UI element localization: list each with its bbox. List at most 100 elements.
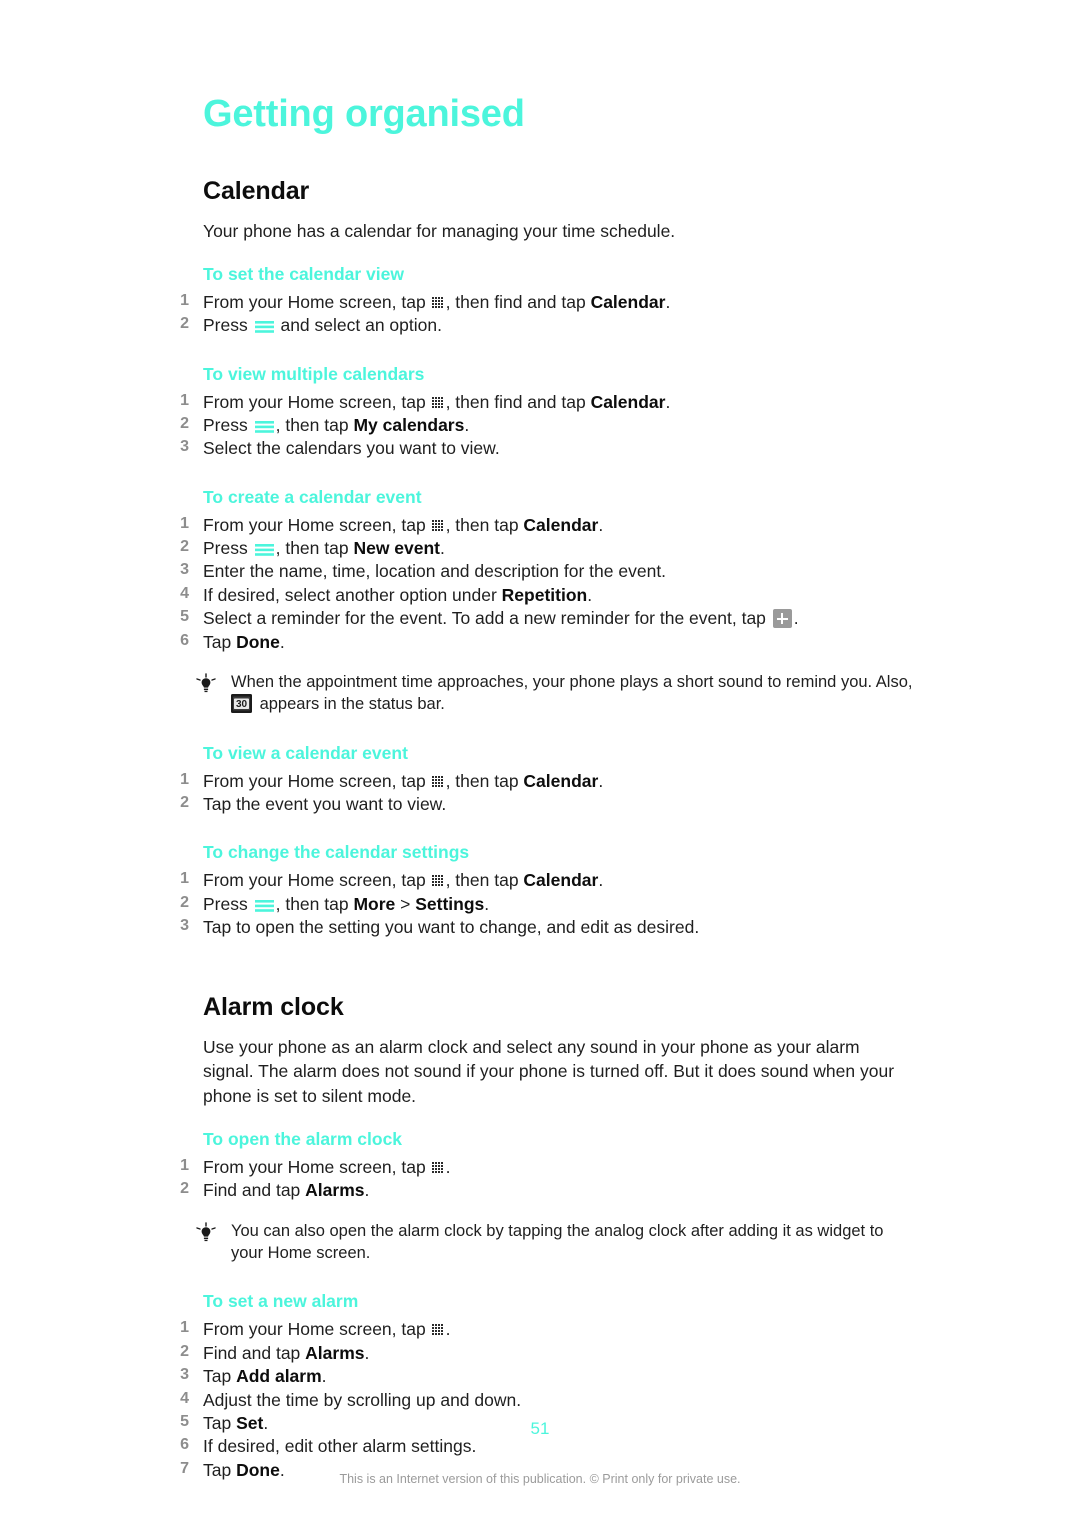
procedure-heading-view-calendar-event: To view a calendar event: [203, 742, 408, 763]
menu-icon[interactable]: [254, 896, 274, 912]
procedure-heading-create-calendar-event: To create a calendar event: [203, 486, 422, 507]
step-emphasis: Calendar: [590, 391, 666, 412]
list-item: Press , then tap More > Settings.: [175, 893, 915, 915]
apps-grid-icon[interactable]: [431, 772, 445, 787]
procedure-steps-set-new-alarm: From your Home screen, tap . Find and ta…: [175, 1318, 915, 1481]
tip-appointment-reminder: When the appointment time approaches, yo…: [196, 671, 915, 716]
section-heading-alarm-clock: Alarm clock: [203, 992, 344, 1021]
list-item: Tap to open the setting you want to chan…: [175, 916, 915, 938]
step-text: Press: [203, 414, 253, 435]
step-text-post: .: [279, 631, 285, 652]
list-item: From your Home screen, tap , then tap Ca…: [175, 514, 915, 536]
step-text: Select the calendars you want to view.: [203, 438, 500, 459]
menu-icon[interactable]: [254, 317, 274, 333]
step-text-mid: .: [445, 1319, 451, 1340]
procedure-steps-open-alarm-clock: From your Home screen, tap . Find and ta…: [175, 1156, 915, 1202]
step-text-post: .: [598, 514, 604, 535]
step-text-post: .: [665, 391, 671, 412]
procedure-heading-set-calendar-view: To set the calendar view: [203, 263, 404, 284]
list-item: Enter the name, time, location and descr…: [175, 560, 915, 582]
step-text: Tap: [203, 631, 237, 652]
step-emphasis: Calendar: [523, 770, 599, 791]
svg-text:30: 30: [236, 699, 248, 710]
step-text: From your Home screen, tap: [203, 291, 431, 312]
step-text-mid: , then tap: [275, 893, 354, 914]
tip-text-pre: When the appointment time approaches, yo…: [231, 673, 913, 692]
step-emphasis: New event: [353, 538, 441, 559]
step-text: Tap: [203, 1366, 237, 1387]
step-text-post: .: [665, 291, 671, 312]
procedure-heading-set-new-alarm: To set a new alarm: [203, 1291, 359, 1312]
step-emphasis-2: Settings: [415, 893, 485, 914]
list-item: If desired, select another option under …: [175, 584, 915, 606]
step-text-mid: , then find and tap: [445, 291, 591, 312]
step-text-post: .: [364, 1342, 370, 1363]
step-emphasis: My calendars: [353, 414, 465, 435]
step-emphasis: Calendar: [523, 870, 599, 891]
step-emphasis: Repetition: [501, 584, 588, 605]
page-number: 51: [530, 1419, 550, 1438]
step-text-mid: .: [445, 1157, 451, 1178]
apps-grid-icon[interactable]: [431, 516, 445, 531]
procedure-steps-view-calendar-event: From your Home screen, tap , then tap Ca…: [175, 770, 915, 816]
step-emphasis: Calendar: [590, 291, 666, 312]
menu-icon[interactable]: [254, 417, 274, 433]
list-item: From your Home screen, tap , then tap Ca…: [175, 869, 915, 891]
list-item: Find and tap Alarms.: [175, 1342, 915, 1364]
plus-button-icon[interactable]: [772, 609, 792, 629]
procedure-steps-set-calendar-view: From your Home screen, tap , then find a…: [175, 291, 915, 337]
step-text-post: .: [440, 538, 445, 559]
step-text-mid: .: [793, 608, 799, 629]
lightbulb-icon: [195, 673, 217, 695]
list-item: From your Home screen, tap .: [175, 1318, 915, 1340]
procedure-heading-change-calendar-settings: To change the calendar settings: [203, 842, 470, 863]
step-text-post: .: [598, 770, 604, 791]
section-intro-alarm-clock: Use your phone as an alarm clock and sel…: [203, 1036, 895, 1107]
tip-analog-clock-widget: You can also open the alarm clock by tap…: [196, 1220, 915, 1265]
step-text-post: .: [321, 1366, 327, 1387]
step-text-post: .: [587, 584, 593, 605]
step-text: From your Home screen, tap: [203, 770, 431, 791]
step-text-mid: , then tap: [445, 514, 524, 535]
list-item: Tap the event you want to view.: [175, 793, 915, 815]
step-text: Press: [203, 538, 253, 559]
tip-text-post: appears in the status bar.: [255, 695, 445, 714]
menu-icon[interactable]: [254, 540, 274, 556]
procedure-steps-view-multiple-calendars: From your Home screen, tap , then find a…: [175, 391, 915, 460]
step-emphasis: Add alarm: [236, 1366, 322, 1387]
list-item: Press and select an option.: [175, 314, 915, 336]
apps-grid-icon[interactable]: [431, 1320, 445, 1336]
step-emphasis: More: [353, 893, 396, 914]
list-item: Press , then tap My calendars.: [175, 414, 915, 436]
step-text: Find and tap: [203, 1342, 306, 1363]
step-text: From your Home screen, tap: [203, 1319, 431, 1340]
calendar-badge-icon: 30: [231, 694, 252, 714]
procedure-heading-view-multiple-calendars: To view multiple calendars: [203, 363, 425, 384]
step-text: From your Home screen, tap: [203, 1157, 431, 1178]
apps-grid-icon[interactable]: [431, 293, 445, 308]
list-item: From your Home screen, tap , then find a…: [175, 291, 915, 313]
step-text: From your Home screen, tap: [203, 391, 431, 412]
footer-note: This is an Internet version of this publ…: [339, 1472, 741, 1486]
apps-grid-icon[interactable]: [431, 871, 445, 887]
section-heading-calendar: Calendar: [203, 176, 310, 205]
step-text-mid: , then tap: [275, 414, 354, 435]
step-text-mid2: >: [395, 893, 416, 914]
apps-grid-icon[interactable]: [431, 1158, 445, 1174]
list-item: From your Home screen, tap , then find a…: [175, 391, 915, 413]
list-item: Press , then tap New event.: [175, 537, 915, 559]
step-text: From your Home screen, tap: [203, 514, 431, 535]
step-text: Press: [203, 315, 253, 336]
page-content: Getting organised Calendar Your phone ha…: [175, 93, 915, 1482]
section-intro-calendar: Your phone has a calendar for managing y…: [203, 220, 676, 241]
step-text-mid: , then tap: [445, 770, 524, 791]
step-text: From your Home screen, tap: [203, 870, 431, 891]
step-text-mid: , then tap: [275, 538, 354, 559]
step-emphasis: Calendar: [523, 514, 599, 535]
apps-grid-icon[interactable]: [431, 393, 445, 408]
procedure-steps-change-calendar-settings: From your Home screen, tap , then tap Ca…: [175, 869, 915, 938]
list-item: From your Home screen, tap .: [175, 1156, 915, 1178]
list-item: Find and tap Alarms.: [175, 1179, 915, 1201]
list-item: Select a reminder for the event. To add …: [175, 607, 915, 629]
page-title: Getting organised: [203, 93, 525, 135]
